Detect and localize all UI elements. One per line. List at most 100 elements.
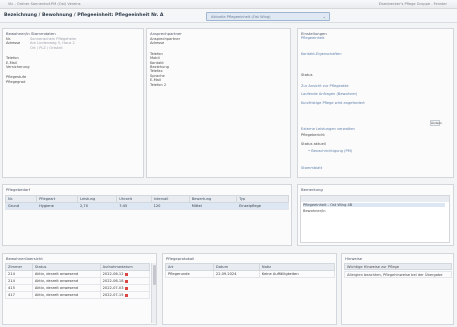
flag-icon — [124, 279, 128, 283]
contact-panel-title: Ansprechpartner — [150, 31, 182, 36]
notes-panel: Hinweise Wichtige Hinweise zur Pflege Al… — [341, 253, 454, 325]
field-label: Versicherung — [6, 65, 30, 70]
settings-link[interactable]: Externe Leistungen verwalten — [301, 127, 355, 131]
field-label: Telefon 2 — [150, 82, 167, 87]
protocol-title: Pflegeprotokoll — [166, 256, 195, 261]
field-row: Pflegegrad — [6, 80, 142, 84]
note-list[interactable]: Pflegeeinheit - Ost Wing 4B Bewohner/in — [300, 195, 450, 243]
field-row: Versicherung — [6, 65, 142, 69]
column-header[interactable]: Status — [31, 263, 101, 271]
table-row[interactable]: 415 Aktiv, derzeit anwesend 2022-07-03 — [5, 284, 151, 292]
flag-icon — [124, 293, 128, 297]
column-header[interactable]: Uhrzeit — [116, 195, 152, 203]
facility-label: Bezeichnung / Bewohnung / Pflegeeinheit:… — [4, 13, 164, 18]
note-line[interactable]: Bewohner/in — [303, 209, 326, 213]
notes-title: Hinweise — [345, 256, 363, 261]
toolbar: Bezeichnung / Bewohnung / Pflegeeinheit:… — [0, 9, 457, 23]
table-cell: Einzelpflege — [236, 202, 289, 210]
column-header[interactable]: Intervall — [150, 195, 190, 203]
table-cell-text: 2022-07-15 — [102, 293, 124, 297]
table-cell: 7:45 — [116, 202, 152, 210]
settings-link[interactable]: Stammblatt — [301, 166, 322, 170]
table-row[interactable]: 417 Aktiv, derzeit anwesend 2022-07-15 — [5, 291, 151, 299]
resident-overview-panel: Bewohnerübersicht Zimmer Status Aufnahme… — [2, 253, 157, 325]
notes-row[interactable]: Allergien beachten, Pflegehinweise bei d… — [344, 271, 452, 278]
contact-panel: Ansprechpartner Ansprechpartner Adresse … — [146, 28, 291, 178]
table-cell: 214 — [5, 270, 33, 278]
table-cell: 22.09.2024 — [212, 270, 260, 278]
table-cell: Mittel — [188, 202, 238, 210]
table-row[interactable]: 214 Aktiv, derzeit anwesend 2022-06-18 — [5, 277, 151, 285]
table-cell: Aktiv, derzeit anwesend — [31, 270, 101, 278]
settings-heading: Status aktuell — [301, 142, 326, 146]
table-cell: Hygiene — [36, 202, 78, 210]
table-cell: Keine Auffälligkeiten — [258, 270, 336, 278]
window-right-title: Eisenbecker's Pflege Gruppe - Fenster — [378, 2, 447, 6]
care-table: Nr. Pflegeart Leistung Uhrzeit Intervall… — [4, 195, 289, 210]
table-row[interactable]: 214 Aktiv, derzeit anwesend 2022-06-12 — [5, 270, 151, 278]
flag-icon — [124, 272, 128, 276]
column-header[interactable]: Nr. — [4, 195, 38, 203]
table-cell-text: 2022-07-03 — [102, 286, 124, 290]
flag-icon — [124, 286, 128, 290]
resident-fields: Nr. Sonnenschein Pflegeheim Adresse Am L… — [6, 37, 142, 84]
table-cell: 214 — [5, 277, 33, 285]
settings-link[interactable]: Kontakt-Eigenschaften — [301, 52, 342, 56]
field-label — [6, 46, 30, 50]
field-row: Ort / PLZ / Ortsteil — [6, 46, 142, 50]
resident-panel: Bewohner/in Stammdaten Nr. Sonnenschein … — [2, 28, 144, 178]
dropdown-value: Aktuelle Pflegeeinheit (Ost Wing) — [211, 15, 271, 19]
settings-panel: Einstellungen Pflegeeinheit Kontakt-Eige… — [297, 28, 454, 178]
scrollbar-thumb[interactable] — [153, 265, 156, 285]
table-cell: Aktiv, derzeit anwesend — [31, 291, 101, 299]
settings-link[interactable]: Pflegeeinheit — [301, 36, 325, 40]
scrollbar[interactable] — [151, 263, 156, 323]
column-header[interactable]: Datum — [212, 263, 260, 271]
table-header-row: Zimmer Status Aufnahmedatum — [5, 263, 151, 271]
note-line[interactable]: Pflegeeinheit - Ost Wing 4B — [303, 203, 445, 208]
column-header[interactable]: Notiz — [258, 263, 336, 271]
table-cell: Aktiv, derzeit anwesend — [31, 277, 101, 285]
table-cell: Pflegerunde — [165, 270, 214, 278]
overview-table-wrap: Zimmer Status Aufnahmedatum 214 Aktiv, d… — [5, 263, 151, 299]
notes-row-text: Allergien beachten, Pflegehinweise bei d… — [347, 273, 443, 277]
overview-title: Bewohnerübersicht — [6, 256, 43, 261]
table-cell: 2022-06-18 — [99, 277, 151, 285]
notes-header-text: Wichtige Hinweise zur Pflege — [347, 265, 400, 269]
care-panel-title: Pflegebedarf — [6, 187, 31, 192]
column-header[interactable]: Zimmer — [5, 263, 33, 271]
settings-bullet-link[interactable]: • Benachrichtigung (PM) — [308, 149, 352, 153]
table-row[interactable]: Pflegerunde 22.09.2024 Keine Auffälligke… — [165, 270, 336, 278]
column-header[interactable]: Aufnahmedatum — [99, 263, 151, 271]
column-header[interactable]: Art — [165, 263, 214, 271]
window-title: Vic - Ordner Sonnenhof-PM (Ost) Vereins — [8, 2, 81, 6]
notes-header: Wichtige Hinweise zur Pflege — [344, 263, 452, 270]
settings-link[interactable]: Kurzfristige Pflege wird angefordert — [301, 101, 365, 105]
column-header[interactable]: Leistung — [76, 195, 118, 203]
facility-dropdown[interactable]: Aktuelle Pflegeeinheit (Ost Wing) ⌄ — [206, 12, 330, 21]
table-row[interactable]: Grund Hygiene 2,70 7:45 120 Mittel Einze… — [4, 202, 289, 210]
table-cell: 2022-06-12 — [99, 270, 151, 278]
protocol-table-wrap: Art Datum Notiz Pflegerunde 22.09.2024 K… — [165, 263, 336, 278]
settings-link[interactable]: Zur Ansicht zur Pflegeakte — [301, 84, 349, 88]
column-header[interactable]: Typ — [236, 195, 289, 203]
overview-table: Zimmer Status Aufnahmedatum 214 Aktiv, d… — [5, 263, 151, 299]
table-cell: Grund — [4, 202, 38, 210]
column-header[interactable]: Pflegeart — [36, 195, 78, 203]
settings-link[interactable]: Laufende Anfragen (Bewohner) — [301, 92, 357, 96]
table-cell: 2022-07-15 — [99, 291, 151, 299]
care-table-wrap: Nr. Pflegeart Leistung Uhrzeit Intervall… — [4, 195, 289, 210]
table-cell: 2,70 — [76, 202, 118, 210]
note-panel: Bemerkung Pflegeeinheit - Ost Wing 4B Be… — [297, 184, 454, 246]
protocol-panel: Pflegeprotokoll Art Datum Notiz Pflegeru… — [162, 253, 337, 325]
small-button[interactable]: Ändern — [430, 120, 442, 126]
column-header[interactable]: Bewertung — [188, 195, 238, 203]
table-cell: 417 — [5, 291, 33, 299]
field-label: Pflegegrad — [6, 79, 26, 84]
field-value: Ort / PLZ / Ortsteil — [30, 45, 63, 50]
note-panel-title: Bemerkung — [301, 187, 323, 192]
resident-panel-title: Bewohner/in Stammdaten — [6, 31, 56, 36]
contact-fields: Ansprechpartner Adresse Telefon Mobil Ko… — [150, 37, 288, 87]
table-cell-text: 2022-06-18 — [102, 279, 124, 283]
table-cell: Aktiv, derzeit anwesend — [31, 284, 101, 292]
